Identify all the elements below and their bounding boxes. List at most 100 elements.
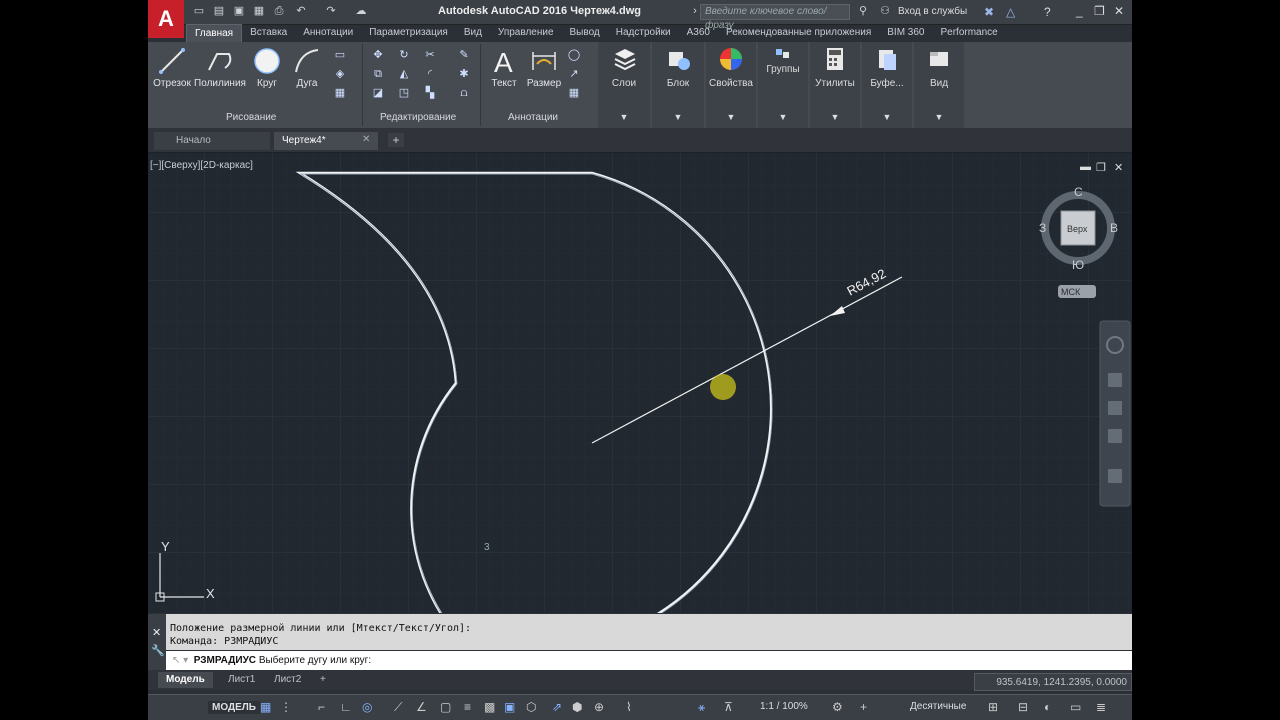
fillet-icon[interactable]: ◜ — [422, 67, 438, 81]
search-input[interactable]: Введите ключевое слово/фразу — [700, 4, 850, 31]
tab-performance[interactable]: Performance — [933, 24, 1006, 42]
print-icon[interactable]: ⎙ — [272, 5, 286, 18]
grid-icon[interactable]: ▦ — [260, 700, 271, 714]
layers-dropdown-icon[interactable]: ▼ — [598, 112, 650, 122]
annotation-scale-button[interactable]: 1:1 / 100% — [760, 701, 808, 712]
undo-icon[interactable]: ↶ — [294, 5, 308, 18]
viewport-close-icon[interactable]: ✕ — [1114, 161, 1123, 174]
viewport-minimize-icon[interactable]: ▬ — [1080, 161, 1091, 173]
text-button[interactable]: A Текст — [486, 46, 522, 89]
osnap-icon[interactable]: ▢ — [440, 700, 451, 714]
line-button[interactable]: Отрезок — [152, 46, 192, 89]
annotation-scale-icon[interactable]: ⚹ — [698, 700, 705, 715]
save-icon[interactable]: ▣ — [232, 5, 246, 18]
polar-icon[interactable]: ◎ — [362, 700, 372, 714]
redo-icon[interactable]: ↷ — [324, 5, 338, 18]
dimension-button[interactable]: Размер — [526, 46, 562, 89]
view-panel[interactable]: Вид ▼ — [914, 42, 964, 128]
tab-view[interactable]: Вид — [456, 24, 490, 42]
command-input[interactable]: ↖ ▾ РЗМРАДИУС Выберите дугу или круг: — [166, 651, 1132, 670]
minimize-icon[interactable]: _ — [1076, 4, 1083, 18]
save-as-icon[interactable]: ▦ — [252, 5, 266, 18]
selection-cycling-icon[interactable]: ▣ — [504, 700, 515, 714]
block-dropdown-icon[interactable]: ▼ — [652, 112, 704, 122]
hardware-acceleration-icon[interactable]: ▭ — [1070, 700, 1081, 714]
close-tab-icon[interactable]: ✕ — [362, 134, 370, 145]
infer-icon[interactable]: ⌐ — [318, 700, 325, 714]
binoculars-icon[interactable]: ⚲ — [856, 5, 870, 18]
model-space-button[interactable]: МОДЕЛЬ — [208, 701, 260, 714]
command-close-icon[interactable]: ✕ — [152, 626, 161, 639]
units-button[interactable]: Десятичные — [910, 701, 966, 712]
application-menu-button[interactable]: A — [148, 0, 184, 38]
clipboard-panel[interactable]: Буфе... ▼ — [862, 42, 912, 128]
tab-manage[interactable]: Управление — [490, 24, 562, 42]
viewport-controls[interactable]: [−][Сверху][2D-каркас] — [150, 160, 253, 171]
open-icon[interactable]: ▤ — [212, 5, 226, 18]
move-icon[interactable]: ✥ — [370, 48, 386, 62]
share-icon[interactable]: ☁ — [354, 5, 368, 18]
isolate-objects-icon[interactable]: ◐ — [1044, 700, 1051, 714]
modify-panel-title[interactable]: Редактирование — [380, 112, 456, 123]
trim-icon[interactable]: ✂ — [422, 48, 438, 62]
tab-home[interactable]: Главная — [186, 24, 243, 43]
drawing-area[interactable]: R64,92 3 Y X Верх С Ю З В МСК — [148, 153, 1132, 613]
help-icon[interactable]: ? — [1044, 5, 1051, 19]
groups-panel[interactable]: Группы ▼ — [758, 42, 808, 128]
ucs-menu[interactable]: МСК — [1058, 285, 1096, 298]
navigation-bar[interactable] — [1099, 320, 1131, 507]
properties-dropdown-icon[interactable]: ▼ — [706, 112, 756, 122]
command-line-grip[interactable]: ✕ 🔧 — [148, 614, 166, 670]
transparency-icon[interactable]: ▩ — [484, 700, 495, 714]
workspace-gear-icon[interactable]: ⚙ — [832, 700, 843, 714]
annotation-panel-title[interactable]: Аннотации — [508, 112, 558, 123]
tab-bim360[interactable]: BIM 360 — [879, 24, 932, 42]
tab-featured-apps[interactable]: Рекомендованные приложения — [718, 24, 879, 42]
tab-addins[interactable]: Надстройки — [608, 24, 679, 42]
tab-insert[interactable]: Вставка — [242, 24, 295, 42]
array-icon[interactable]: ▚ — [422, 86, 438, 100]
hatch-icon[interactable]: ◈ — [332, 67, 348, 81]
tab-annotate[interactable]: Аннотации — [295, 24, 361, 42]
mirror-icon[interactable]: ◭ — [396, 67, 412, 81]
dynamic-ucs-icon[interactable]: ⇗ — [552, 700, 562, 714]
sign-in-button[interactable]: Вход в службы — [898, 6, 967, 17]
region-icon[interactable]: ▦ — [332, 86, 348, 100]
autoscale-icon[interactable]: ⊼ — [724, 700, 733, 714]
multileader-icon[interactable]: ↗ — [566, 67, 582, 81]
clean-screen-icon[interactable]: ≣ — [1096, 700, 1106, 714]
rectangle-icon[interactable]: ▭ — [332, 48, 348, 62]
block-panel[interactable]: Блок ▼ — [652, 42, 704, 128]
properties-panel[interactable]: Свойства ▼ — [706, 42, 756, 128]
stretch-icon[interactable]: ◪ — [370, 86, 386, 100]
offset-icon[interactable]: ⩍ — [456, 86, 472, 100]
drawing-svg[interactable]: R64,92 3 Y X Верх С Ю З В МСК — [148, 153, 1132, 613]
tab-a360[interactable]: A360 — [679, 24, 718, 42]
tab-sheet1[interactable]: Лист1 — [220, 672, 263, 688]
tab-model[interactable]: Модель — [158, 672, 213, 688]
new-icon[interactable]: ▭ — [192, 5, 206, 18]
view-dropdown-icon[interactable]: ▼ — [914, 112, 964, 122]
copy-icon[interactable]: ⧉ — [370, 67, 386, 81]
selection-filter-icon[interactable]: ⬢ — [572, 700, 582, 714]
user-icon[interactable]: ⚇ — [878, 5, 892, 18]
utilities-panel[interactable]: Утилиты ▼ — [810, 42, 860, 128]
draw-panel-title[interactable]: Рисование — [226, 112, 276, 123]
3d-osnap-icon[interactable]: ⬡ — [526, 700, 536, 714]
groups-dropdown-icon[interactable]: ▼ — [758, 112, 808, 122]
exchange-icon[interactable]: ✖ — [984, 5, 994, 19]
leader-icon[interactable]: ◯ — [566, 48, 582, 62]
object-snap-tracking-icon[interactable]: ∠ — [416, 700, 427, 714]
clipboard-dropdown-icon[interactable]: ▼ — [862, 112, 912, 122]
lock-ui-icon[interactable]: ⊟ — [1018, 700, 1028, 714]
coordinates-readout[interactable]: 935.6419, 1241.2395, 0.0000 — [974, 673, 1132, 691]
isodraft-icon[interactable]: ⟋ — [394, 700, 402, 715]
annotation-visibility-icon[interactable]: ⌇ — [626, 700, 632, 714]
layers-panel[interactable]: Слои ▼ — [598, 42, 650, 128]
tab-sheet2[interactable]: Лист2 — [266, 672, 309, 688]
explode-icon[interactable]: ✱ — [456, 67, 472, 81]
restore-icon[interactable]: ❐ — [1094, 4, 1105, 18]
close-icon[interactable]: ✕ — [1114, 4, 1124, 18]
viewport-restore-icon[interactable]: ❐ — [1096, 161, 1106, 174]
utilities-dropdown-icon[interactable]: ▼ — [810, 112, 860, 122]
